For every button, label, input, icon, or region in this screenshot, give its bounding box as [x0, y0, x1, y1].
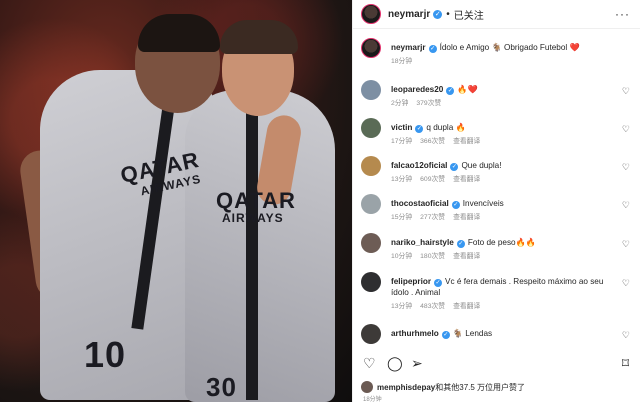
more-options-icon[interactable]: ··· — [615, 7, 630, 21]
separator-dot: • — [446, 8, 450, 20]
comment-avatar[interactable] — [361, 156, 381, 176]
comment-text: 🔥❤️ — [457, 85, 478, 94]
like-comment-icon[interactable]: ♡ — [622, 278, 630, 289]
verified-icon: ✓ — [428, 45, 437, 53]
player-right-hair — [220, 20, 298, 54]
translate-link[interactable]: 查看翻译 — [453, 138, 480, 145]
caption-text: Ídolo e Amigo 🐐 Obrigado Futebol ❤️ — [439, 43, 580, 52]
liker-avatar[interactable] — [361, 381, 373, 393]
translate-link[interactable]: 查看翻译 — [453, 176, 480, 183]
post-side-panel: neymarjr ✓ • 已关注 ··· neymarjr ✓ Ídolo e Am… — [352, 0, 640, 402]
comment-likes[interactable]: 483次赞 — [420, 303, 445, 310]
comment-username[interactable]: thocostaoficial — [391, 199, 449, 208]
author-avatar[interactable] — [361, 4, 381, 24]
like-comment-icon[interactable]: ♡ — [622, 239, 630, 250]
comment-text: q dupla 🔥 — [426, 123, 466, 132]
comment-text: Invencíveis — [462, 199, 504, 208]
comment-icon[interactable]: ◯ — [387, 355, 403, 372]
comment-username[interactable]: leoparedes20 — [391, 85, 443, 94]
player-right-jersey — [185, 90, 335, 402]
comment-time[interactable]: 17分钟 — [391, 138, 412, 145]
jersey-sponsor-sub-right: AIRWAYS — [222, 211, 284, 225]
comment-avatar[interactable] — [361, 80, 381, 100]
like-comment-icon[interactable]: ♡ — [622, 330, 630, 341]
verified-icon: ✓ — [433, 9, 443, 19]
comment-time[interactable]: 10分钟 — [391, 253, 412, 260]
follow-status-button[interactable]: 已关注 — [454, 7, 484, 22]
bookmark-icon[interactable]: ⌑ — [622, 355, 629, 372]
author-username[interactable]: neymarjr — [388, 9, 430, 20]
caption-time[interactable]: 18分钟 — [391, 58, 412, 65]
comment-avatar[interactable] — [361, 324, 381, 344]
verified-icon: ✓ — [446, 87, 455, 95]
liker-username[interactable]: memphisdepay — [377, 383, 435, 392]
likes-count-text[interactable]: 和其他37.5 万位用户赞了 — [435, 382, 525, 393]
like-comment-icon[interactable]: ♡ — [622, 86, 630, 97]
like-icon[interactable]: ♡ — [363, 355, 376, 372]
comment-username[interactable]: victin — [391, 123, 412, 132]
comment-text: Foto de peso🔥🔥 — [467, 238, 536, 247]
comment-avatar[interactable] — [361, 118, 381, 138]
comment-text: 🐐 Lendas — [452, 329, 493, 338]
like-comment-icon[interactable]: ♡ — [622, 162, 630, 173]
post-photo: QATAR AIRWAYS QATAR AIRWAYS 10 30 — [0, 0, 352, 402]
comment-likes[interactable]: 379次赞 — [416, 100, 441, 107]
jersey-stripe-right — [246, 110, 258, 400]
like-comment-icon[interactable]: ♡ — [622, 124, 630, 135]
comment-likes[interactable]: 277次赞 — [420, 214, 445, 221]
translate-link[interactable]: 查看翻译 — [453, 303, 480, 310]
share-icon[interactable]: ➢ — [411, 355, 423, 372]
comment-time[interactable]: 13分钟 — [391, 303, 412, 310]
translate-link[interactable]: 查看翻译 — [453, 253, 480, 260]
verified-icon: ✓ — [415, 125, 424, 133]
verified-icon: ✓ — [451, 201, 460, 209]
comment-avatar[interactable] — [361, 194, 381, 214]
comment-username[interactable]: nariko_hairstyle — [391, 238, 454, 247]
verified-icon: ✓ — [434, 279, 443, 287]
comment-time[interactable]: 13分钟 — [391, 176, 412, 183]
comment-avatar[interactable] — [361, 233, 381, 253]
caption-username[interactable]: neymarjr — [391, 43, 426, 52]
comment-username[interactable]: felipeprior — [391, 277, 431, 286]
post-time: 18分钟 — [363, 397, 382, 402]
post-actions: ♡ ◯ ➢ ⌑ — [361, 353, 633, 375]
comment-text: Que dupla! — [461, 161, 502, 170]
likes-summary: memphisdepay 和其他37.5 万位用户赞了 — [361, 381, 525, 393]
jersey-number-left: 10 — [84, 334, 127, 375]
verified-icon: ✓ — [456, 240, 465, 248]
jersey-number-right: 30 — [206, 372, 237, 402]
post-header: neymarjr ✓ • 已关注 ··· — [353, 0, 640, 29]
player-left-hair — [138, 14, 220, 52]
verified-icon: ✓ — [441, 331, 450, 339]
comment-username[interactable]: arthurhmelo — [391, 329, 439, 338]
translate-link[interactable]: 查看翻译 — [453, 214, 480, 221]
verified-icon: ✓ — [450, 163, 459, 171]
like-comment-icon[interactable]: ♡ — [622, 200, 630, 211]
caption-avatar[interactable] — [361, 38, 381, 58]
comment-likes[interactable]: 180次赞 — [420, 253, 445, 260]
comment-time[interactable]: 2分钟 — [391, 100, 408, 107]
comment-username[interactable]: falcao12oficial — [391, 161, 447, 170]
comment-likes[interactable]: 609次赞 — [420, 176, 445, 183]
comment-avatar[interactable] — [361, 272, 381, 292]
comment-likes[interactable]: 366次赞 — [420, 138, 445, 145]
comment-time[interactable]: 15分钟 — [391, 214, 412, 221]
